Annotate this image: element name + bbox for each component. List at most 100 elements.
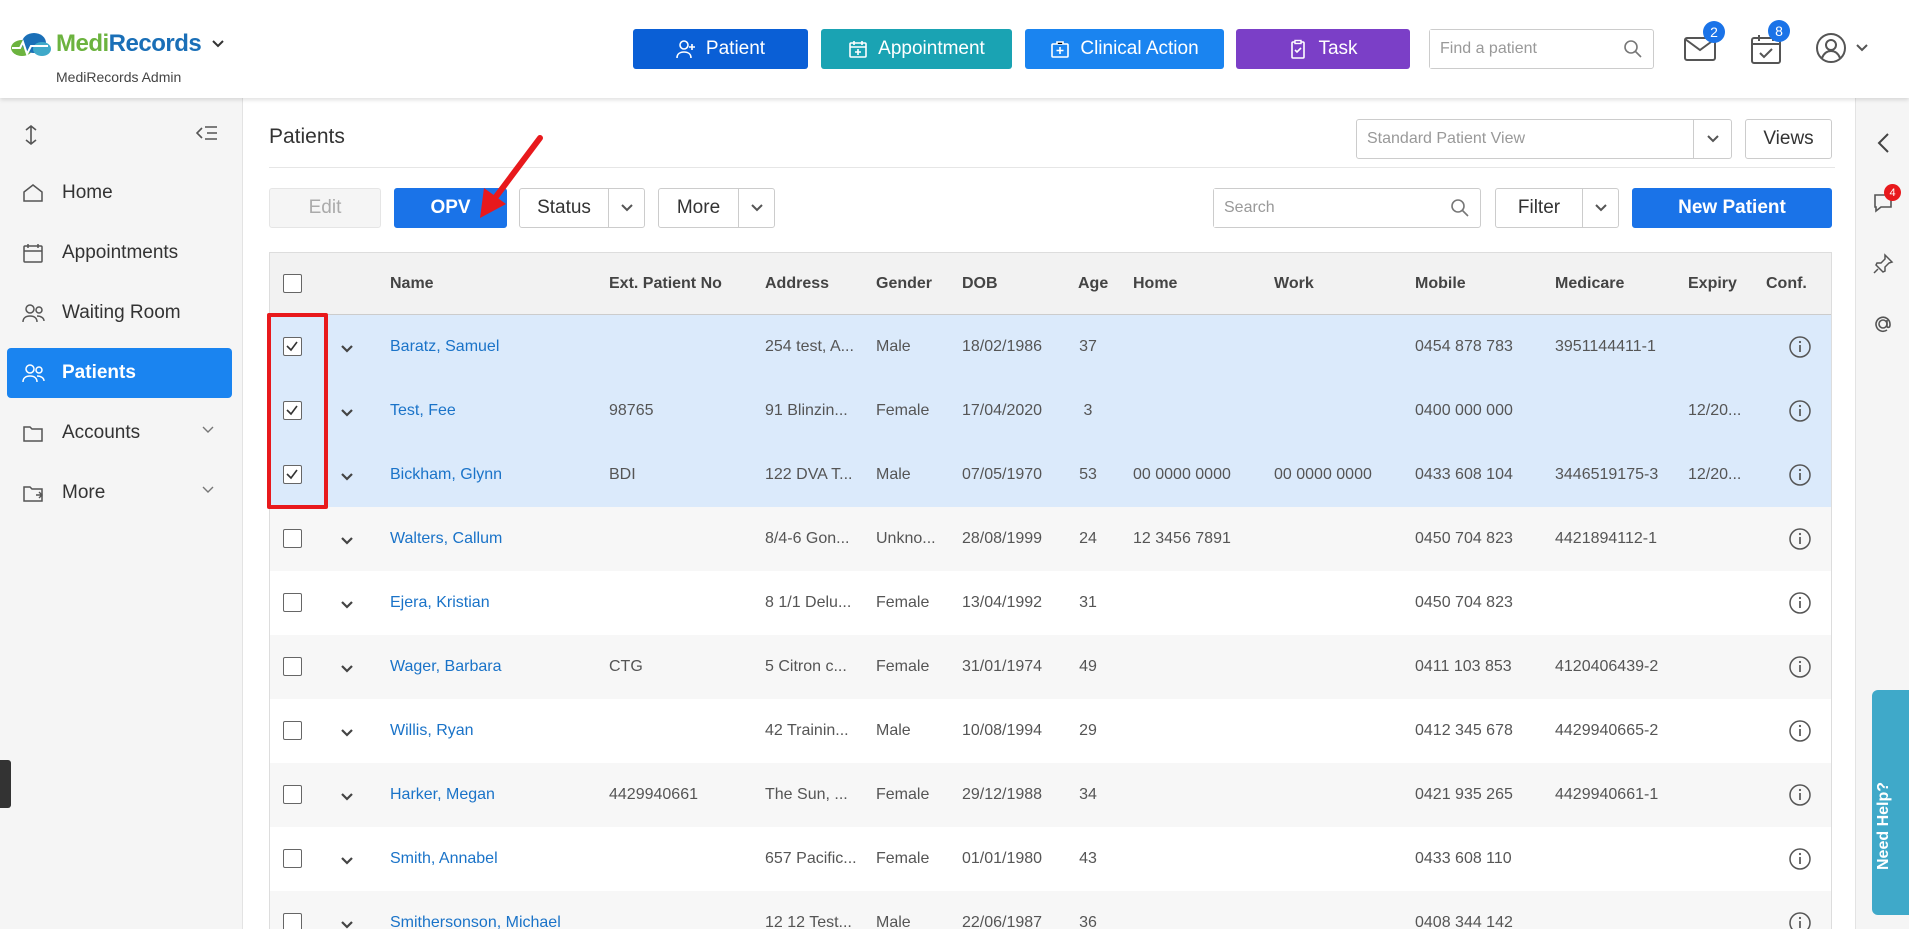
expand-row-button[interactable] — [340, 917, 354, 929]
table-row[interactable]: Smithersonson, Michael 12 12 Test... Male 2… — [270, 891, 1831, 929]
chevron-left-icon[interactable] — [1876, 132, 1890, 154]
row-checkbox[interactable] — [283, 849, 302, 868]
search-icon[interactable] — [1450, 198, 1470, 218]
patient-name-link[interactable]: Test, Fee — [390, 402, 456, 420]
patient-search-field[interactable] — [1213, 188, 1481, 228]
column-header[interactable]: Work — [1274, 275, 1314, 293]
table-row[interactable]: Baratz, Samuel 254 test, A... Male 18/02/19… — [270, 315, 1831, 379]
table-row[interactable]: Ejera, Kristian 8 1/1 Delu... Female 13/04/… — [270, 571, 1831, 635]
column-header[interactable]: Medicare — [1555, 275, 1624, 293]
row-checkbox[interactable] — [283, 913, 302, 929]
dob-cell: 22/06/1987 — [962, 914, 1043, 929]
column-header[interactable]: Age — [1078, 275, 1108, 293]
new-appointment-button[interactable]: Appointment — [821, 29, 1012, 69]
status-dropdown-toggle[interactable] — [608, 189, 644, 227]
expand-row-button[interactable] — [340, 469, 354, 487]
pin-icon[interactable] — [1872, 253, 1894, 275]
column-header[interactable]: DOB — [962, 275, 998, 293]
column-header[interactable]: Name — [390, 275, 434, 293]
table-row[interactable]: Wager, Barbara CTG 5 Citron c... Female 31/0… — [270, 635, 1831, 699]
confidential-info-button[interactable] — [1788, 911, 1812, 929]
table-row[interactable]: Walters, Callum 8/4-6 Gon... Unkno... 28/08… — [270, 507, 1831, 571]
table-row[interactable]: Willis, Ryan 42 Trainin... Male 10/08/1994 2… — [270, 699, 1831, 763]
find-patient-field[interactable] — [1429, 29, 1654, 69]
patient-name-link[interactable]: Smith, Annabel — [390, 850, 498, 868]
confidential-info-button[interactable] — [1788, 719, 1812, 748]
filter-dropdown-toggle[interactable] — [1582, 189, 1618, 227]
table-row[interactable]: Test, Fee 98765 91 Blinzin... Female 17/04/2… — [270, 379, 1831, 443]
expand-row-button[interactable] — [340, 597, 354, 615]
expand-row-button[interactable] — [340, 405, 354, 423]
patient-view-select[interactable]: Standard Patient View — [1356, 119, 1732, 159]
collapse-sidebar-icon[interactable] — [196, 124, 218, 142]
patient-name-link[interactable]: Willis, Ryan — [390, 722, 474, 740]
confidential-info-button[interactable] — [1788, 655, 1812, 684]
confidential-info-button[interactable] — [1788, 527, 1812, 556]
sidebar-item-accounts[interactable]: Accounts — [7, 408, 232, 458]
expand-row-button[interactable] — [340, 533, 354, 551]
row-checkbox[interactable] — [283, 593, 302, 612]
row-checkbox[interactable] — [283, 529, 302, 548]
confidential-info-button[interactable] — [1788, 399, 1812, 428]
clinical-action-button[interactable]: Clinical Action — [1025, 29, 1224, 69]
table-row[interactable]: Harker, Megan 4429940661 The Sun, ... Femal… — [270, 763, 1831, 827]
column-header[interactable]: Address — [765, 275, 829, 293]
more-dropdown[interactable]: More — [658, 188, 775, 228]
new-patient-button[interactable]: New Patient — [1632, 188, 1832, 228]
patient-name-link[interactable]: Bickham, Glynn — [390, 466, 502, 484]
need-help-tab[interactable]: Need Help? — [1872, 690, 1909, 915]
sidebar-item-home[interactable]: Home — [7, 168, 232, 218]
chat-button[interactable]: 4 — [1872, 184, 1901, 219]
table-row[interactable]: Bickham, Glynn BDI 122 DVA T... Male 07/05/1… — [270, 443, 1831, 507]
confidential-info-button[interactable] — [1788, 591, 1812, 620]
expand-row-button[interactable] — [340, 341, 354, 359]
patient-name-link[interactable]: Wager, Barbara — [390, 658, 501, 676]
search-icon[interactable] — [1623, 39, 1643, 59]
more-dropdown-toggle[interactable] — [738, 189, 774, 227]
column-header[interactable]: Ext. Patient No — [609, 275, 722, 293]
messages-button[interactable]: 2 — [1683, 21, 1725, 68]
patient-name-link[interactable]: Smithersonson, Michael — [390, 914, 561, 929]
confidential-info-button[interactable] — [1788, 783, 1812, 812]
row-checkbox[interactable] — [283, 785, 302, 804]
view-select-dropdown[interactable] — [1693, 120, 1731, 158]
column-header[interactable]: Home — [1133, 275, 1177, 293]
column-header[interactable]: Mobile — [1415, 275, 1466, 293]
sidebar-item-waiting-room[interactable]: Waiting Room — [7, 288, 232, 338]
filter-dropdown[interactable]: Filter — [1495, 188, 1619, 228]
views-button[interactable]: Views — [1745, 119, 1832, 159]
expand-row-button[interactable] — [340, 661, 354, 679]
patient-search-input[interactable] — [1214, 189, 1434, 227]
column-header[interactable]: Conf. — [1766, 275, 1807, 293]
row-checkbox[interactable] — [283, 721, 302, 740]
sidebar-item-patients[interactable]: Patients — [7, 348, 232, 398]
new-task-button[interactable]: Task — [1236, 29, 1410, 69]
resize-vertical-icon[interactable] — [22, 124, 40, 146]
expand-row-button[interactable] — [340, 725, 354, 743]
select-all-checkbox[interactable] — [283, 274, 302, 293]
patient-name-link[interactable]: Baratz, Samuel — [390, 338, 499, 356]
brand-logo[interactable]: MediRecords — [8, 30, 225, 58]
chevron-down-icon[interactable] — [211, 39, 225, 49]
side-handle[interactable] — [0, 760, 11, 808]
patient-name-link[interactable]: Ejera, Kristian — [390, 594, 490, 612]
expand-row-button[interactable] — [340, 853, 354, 871]
sidebar-item-more[interactable]: More — [7, 468, 232, 518]
edit-button[interactable]: Edit — [269, 188, 381, 228]
mention-icon[interactable] — [1871, 312, 1895, 336]
column-header[interactable]: Expiry — [1688, 275, 1737, 293]
table-row[interactable]: Smith, Annabel 657 Pacific... Female 01/01/… — [270, 827, 1831, 891]
confidential-info-button[interactable] — [1788, 335, 1812, 364]
find-patient-input[interactable] — [1430, 30, 1610, 68]
patient-name-link[interactable]: Walters, Callum — [390, 530, 502, 548]
user-menu[interactable] — [1815, 32, 1869, 64]
column-header[interactable]: Gender — [876, 275, 932, 293]
patient-name-link[interactable]: Harker, Megan — [390, 786, 495, 804]
sidebar-item-appointments[interactable]: Appointments — [7, 228, 232, 278]
confidential-info-button[interactable] — [1788, 463, 1812, 492]
tasks-button[interactable]: 8 — [1750, 20, 1790, 70]
new-patient-header-button[interactable]: Patient — [633, 29, 808, 69]
confidential-info-button[interactable] — [1788, 847, 1812, 876]
expand-row-button[interactable] — [340, 789, 354, 807]
row-checkbox[interactable] — [283, 657, 302, 676]
